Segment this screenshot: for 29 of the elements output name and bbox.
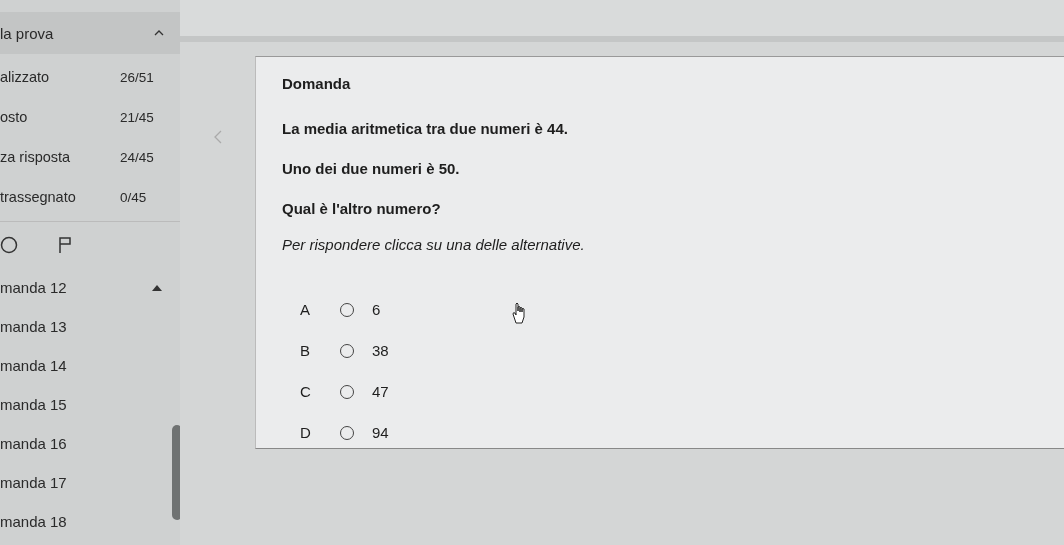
question-link[interactable]: manda 16 xyxy=(0,435,67,452)
section-title: la prova xyxy=(0,24,54,42)
stat-label: trassegnato xyxy=(0,189,76,205)
question-text: Qual è l'altro numero? xyxy=(282,200,442,217)
answer-option[interactable]: A 6 xyxy=(300,289,410,330)
stat-value: 21/45 xyxy=(120,109,155,125)
stat-value: 0/45 xyxy=(120,189,148,205)
instruction-text: Per rispondere clicca su una delle alternative. xyxy=(282,236,586,253)
question-link[interactable]: manda 14 xyxy=(0,357,67,374)
question-link[interactable]: manda 12 xyxy=(0,279,67,296)
question-text: La media aritmetica tra due numeri è 44. xyxy=(282,120,569,137)
answer-option[interactable]: D 94 xyxy=(300,412,410,453)
section-header[interactable]: la prova xyxy=(0,12,180,54)
question-text: Uno dei due numeri è 50. xyxy=(282,160,461,177)
stat-value: 26/51 xyxy=(120,69,155,85)
flag-icon[interactable] xyxy=(58,236,72,254)
question-link[interactable]: manda 18 xyxy=(0,513,67,530)
circle-icon[interactable] xyxy=(0,236,18,254)
stat-value: 24/45 xyxy=(120,149,155,165)
question-link[interactable]: manda 13 xyxy=(0,318,67,335)
answer-option[interactable]: B 38 xyxy=(300,330,410,371)
answer-option[interactable]: C 47 xyxy=(300,371,410,412)
scrollbar[interactable] xyxy=(172,425,180,520)
question-link[interactable]: manda 17 xyxy=(0,474,67,491)
question-heading: Domanda xyxy=(282,75,352,92)
stat-label: za risposta xyxy=(0,149,71,165)
stat-label: alizzato xyxy=(0,69,50,85)
stat-label: osto xyxy=(0,109,28,125)
question-link[interactable]: manda 15 xyxy=(0,396,67,413)
